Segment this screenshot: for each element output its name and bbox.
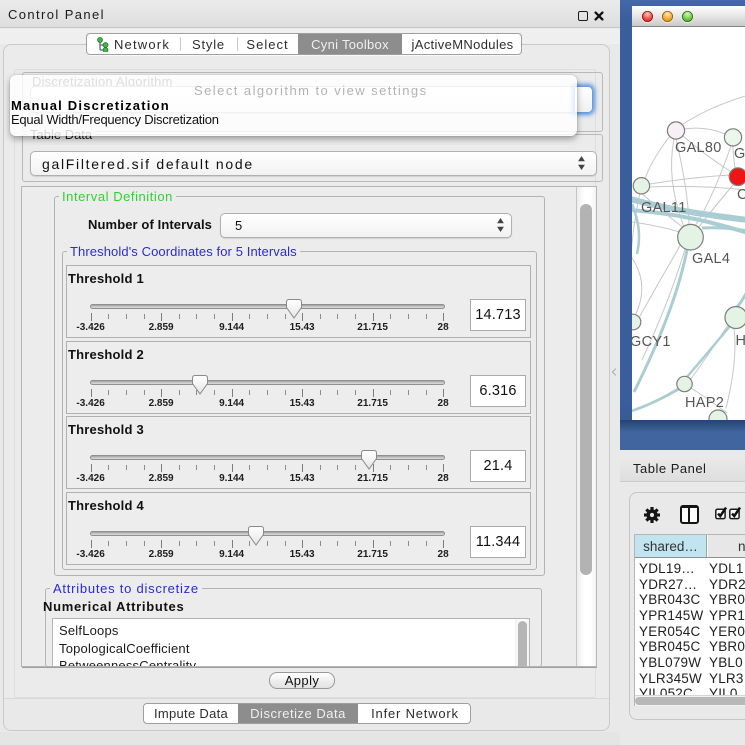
svg-text:HAP2: HAP2 — [685, 395, 724, 411]
svg-text:GAL11: GAL11 — [641, 200, 687, 216]
svg-text:GCY1: GCY1 — [632, 334, 671, 350]
svg-text:GAL80: GAL80 — [675, 140, 722, 156]
svg-text:C: C — [737, 187, 745, 203]
svg-text:H: H — [736, 333, 745, 349]
svg-text:GA: GA — [734, 146, 745, 162]
svg-text:GAL4: GAL4 — [692, 251, 730, 267]
